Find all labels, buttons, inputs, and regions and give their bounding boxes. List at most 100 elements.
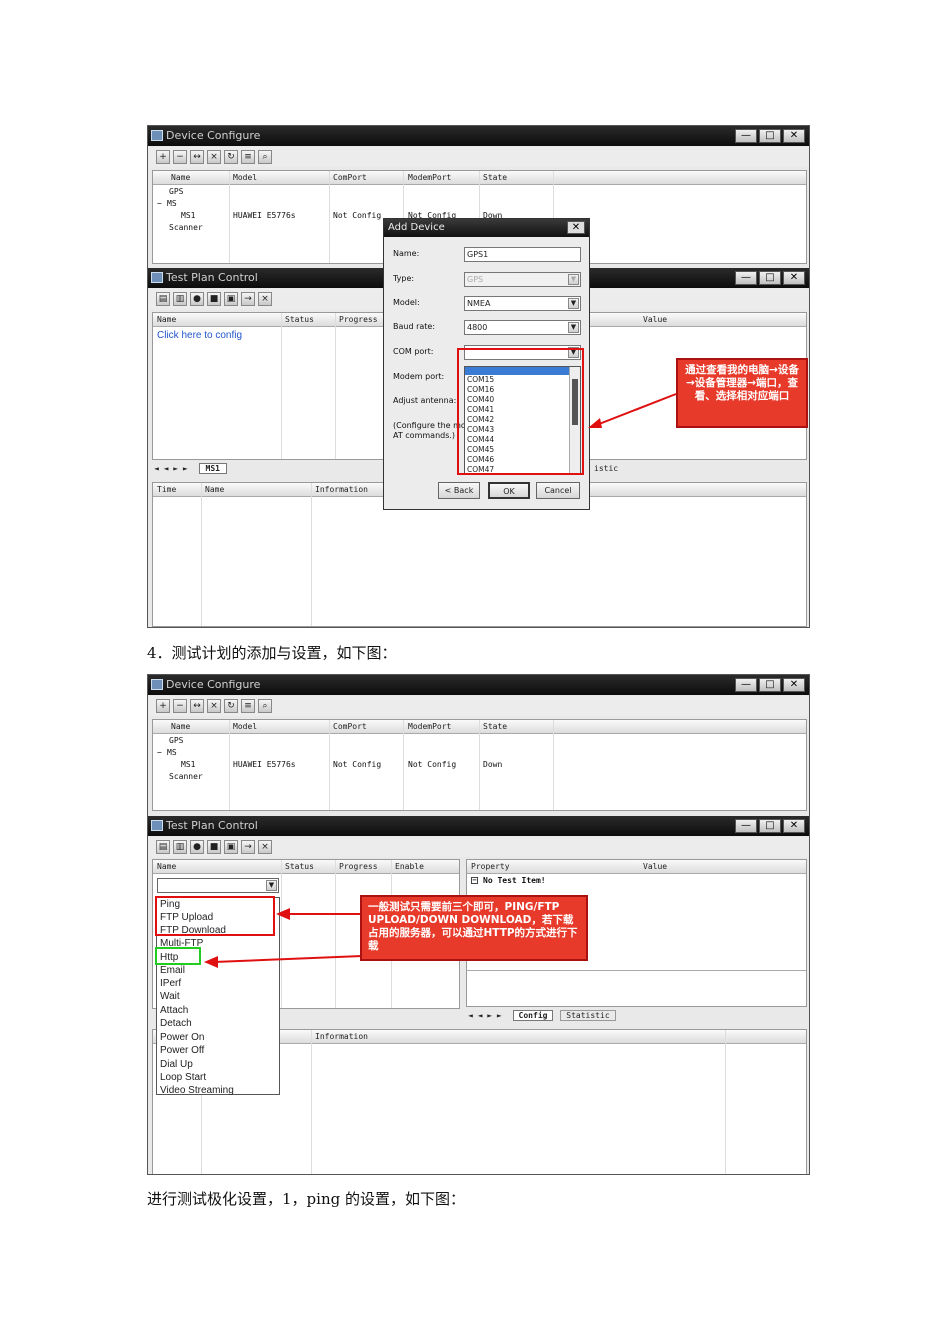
device-window-titlebar: Device Configure — □ ✕ <box>148 126 809 146</box>
device-window-titlebar: Device Configure — □ ✕ <box>148 675 809 695</box>
maximize-button[interactable]: □ <box>759 678 781 692</box>
remove-device-icon[interactable]: − <box>173 699 187 713</box>
remove-device-icon[interactable]: − <box>173 150 187 164</box>
minimize-button[interactable]: — <box>735 271 757 285</box>
baud-label: Baud rate: <box>393 322 436 331</box>
maximize-button[interactable]: □ <box>759 271 781 285</box>
maximize-button[interactable]: □ <box>759 819 781 833</box>
disconnect-icon[interactable]: × <box>207 699 221 713</box>
save-icon[interactable]: ▣ <box>224 840 238 854</box>
app-icon <box>151 272 163 283</box>
search-icon[interactable]: ⌕ <box>258 150 272 164</box>
menu-item-dial-up[interactable]: Dial Up <box>160 1058 193 1071</box>
tab-statistic[interactable]: istic <box>594 462 618 476</box>
name-label: Name: <box>393 249 420 258</box>
back-button[interactable]: < Back <box>438 482 480 499</box>
start-icon[interactable]: ● <box>190 292 204 306</box>
connect-icon[interactable]: ↔ <box>190 699 204 713</box>
test-items-callout: 一般测试只需要前三个即可，PING/FTP UPLOAD/DOWN DOWNLO… <box>360 895 588 961</box>
add-device-icon[interactable]: + <box>156 150 170 164</box>
minimize-button[interactable]: — <box>735 129 757 143</box>
name-field[interactable]: GPS1 <box>464 247 581 262</box>
close-icon[interactable]: ✕ <box>567 221 585 234</box>
tab-nav-icon[interactable]: ◄ ◄ ► ► <box>468 1011 502 1020</box>
minimize-button[interactable]: — <box>735 678 757 692</box>
open-plan-icon[interactable]: ▥ <box>173 292 187 306</box>
close-button[interactable]: ✕ <box>783 129 805 143</box>
close-button[interactable]: ✕ <box>783 819 805 833</box>
menu-item-iperf[interactable]: IPerf <box>160 977 181 990</box>
collapse-icon[interactable]: − <box>471 877 478 884</box>
config-link[interactable]: Click here to config <box>157 330 242 341</box>
app-icon <box>151 820 163 831</box>
chevron-down-icon[interactable]: ▼ <box>266 880 277 891</box>
caption-step-4: 4．测试计划的添加与设置，如下图： <box>147 644 397 662</box>
testplan-toolbar: ▤ ▥ ● ■ ▣ → × <box>148 837 809 857</box>
new-plan-icon[interactable]: ▤ <box>156 292 170 306</box>
stop-icon[interactable]: ■ <box>207 840 221 854</box>
new-plan-icon[interactable]: ▤ <box>156 840 170 854</box>
disconnect-icon[interactable]: × <box>207 150 221 164</box>
tab-ms1[interactable]: MS1 <box>198 463 227 474</box>
device-window-title: Device Configure <box>166 129 261 142</box>
tab-statistic[interactable]: Statistic <box>560 1010 616 1021</box>
connect-icon[interactable]: ↔ <box>190 150 204 164</box>
stop-icon[interactable]: ■ <box>207 292 221 306</box>
col-state: State <box>483 173 508 182</box>
col-modemport: ModemPort <box>408 173 452 182</box>
menu-item-wait[interactable]: Wait <box>160 990 180 1003</box>
table-row[interactable]: MS1 HUAWEI E5776s Not Config Not Config … <box>153 759 806 771</box>
tab-config[interactable]: Config <box>512 1010 554 1021</box>
add-device-icon[interactable]: + <box>156 699 170 713</box>
table-row[interactable]: − MS <box>153 747 806 759</box>
delete-icon[interactable]: × <box>258 292 272 306</box>
maximize-button[interactable]: □ <box>759 129 781 143</box>
open-plan-icon[interactable]: ▥ <box>173 840 187 854</box>
model-select[interactable]: NMEA ▼ <box>464 296 581 311</box>
export-icon[interactable]: → <box>241 840 255 854</box>
print-icon[interactable]: ≡ <box>241 150 255 164</box>
tree-toggle-icon[interactable]: − <box>157 747 162 759</box>
baud-select[interactable]: 4800 ▼ <box>464 320 581 335</box>
menu-item-power-on[interactable]: Power On <box>160 1031 204 1044</box>
app-icon <box>151 679 163 690</box>
print-icon[interactable]: ≡ <box>241 699 255 713</box>
export-icon[interactable]: → <box>241 292 255 306</box>
close-button[interactable]: ✕ <box>783 678 805 692</box>
menu-item-video-streaming[interactable]: Video Streaming <box>160 1084 234 1097</box>
refresh-icon[interactable]: ↻ <box>224 150 238 164</box>
test-item-select[interactable]: ▼ <box>157 878 279 893</box>
menu-item-loop-start[interactable]: Loop Start <box>160 1071 206 1084</box>
refresh-icon[interactable]: ↻ <box>224 699 238 713</box>
com-label: COM port: <box>393 347 434 356</box>
start-icon[interactable]: ● <box>190 840 204 854</box>
close-button[interactable]: ✕ <box>783 271 805 285</box>
search-icon[interactable]: ⌕ <box>258 699 272 713</box>
menu-item-power-off[interactable]: Power Off <box>160 1044 204 1057</box>
testplan-window-title: Test Plan Control <box>166 819 258 832</box>
delete-icon[interactable]: × <box>258 840 272 854</box>
save-icon[interactable]: ▣ <box>224 292 238 306</box>
menu-item-detach[interactable]: Detach <box>160 1017 192 1030</box>
ok-button[interactable]: OK <box>488 482 530 499</box>
menu-item-attach[interactable]: Attach <box>160 1004 188 1017</box>
config-note-2: AT commands.) <box>393 431 456 440</box>
table-row[interactable]: GPS <box>153 735 806 747</box>
device-toolbar: + − ↔ × ↻ ≡ ⌕ <box>148 147 809 167</box>
menu-item-email[interactable]: Email <box>160 964 185 977</box>
table-row[interactable]: − MS <box>153 198 806 210</box>
modem-label: Modem port: <box>393 372 445 381</box>
table-row[interactable]: Scanner <box>153 771 806 783</box>
table-row[interactable]: GPS <box>153 186 806 198</box>
http-highlight <box>155 947 201 965</box>
minimize-button[interactable]: — <box>735 819 757 833</box>
tree-toggle-icon[interactable]: − <box>157 198 162 210</box>
chevron-down-icon[interactable]: ▼ <box>568 298 579 309</box>
chevron-down-icon[interactable]: ▼ <box>568 322 579 333</box>
annotation-arrows <box>204 908 363 968</box>
property-tabbar: ◄ ◄ ► ► Config Statistic <box>468 1009 798 1023</box>
tab-nav-icon[interactable]: ◄ ◄ ► ► <box>154 464 188 473</box>
col-name: Name <box>171 173 191 182</box>
cancel-button[interactable]: Cancel <box>536 482 580 499</box>
dialog-title: Add Device <box>388 222 445 233</box>
